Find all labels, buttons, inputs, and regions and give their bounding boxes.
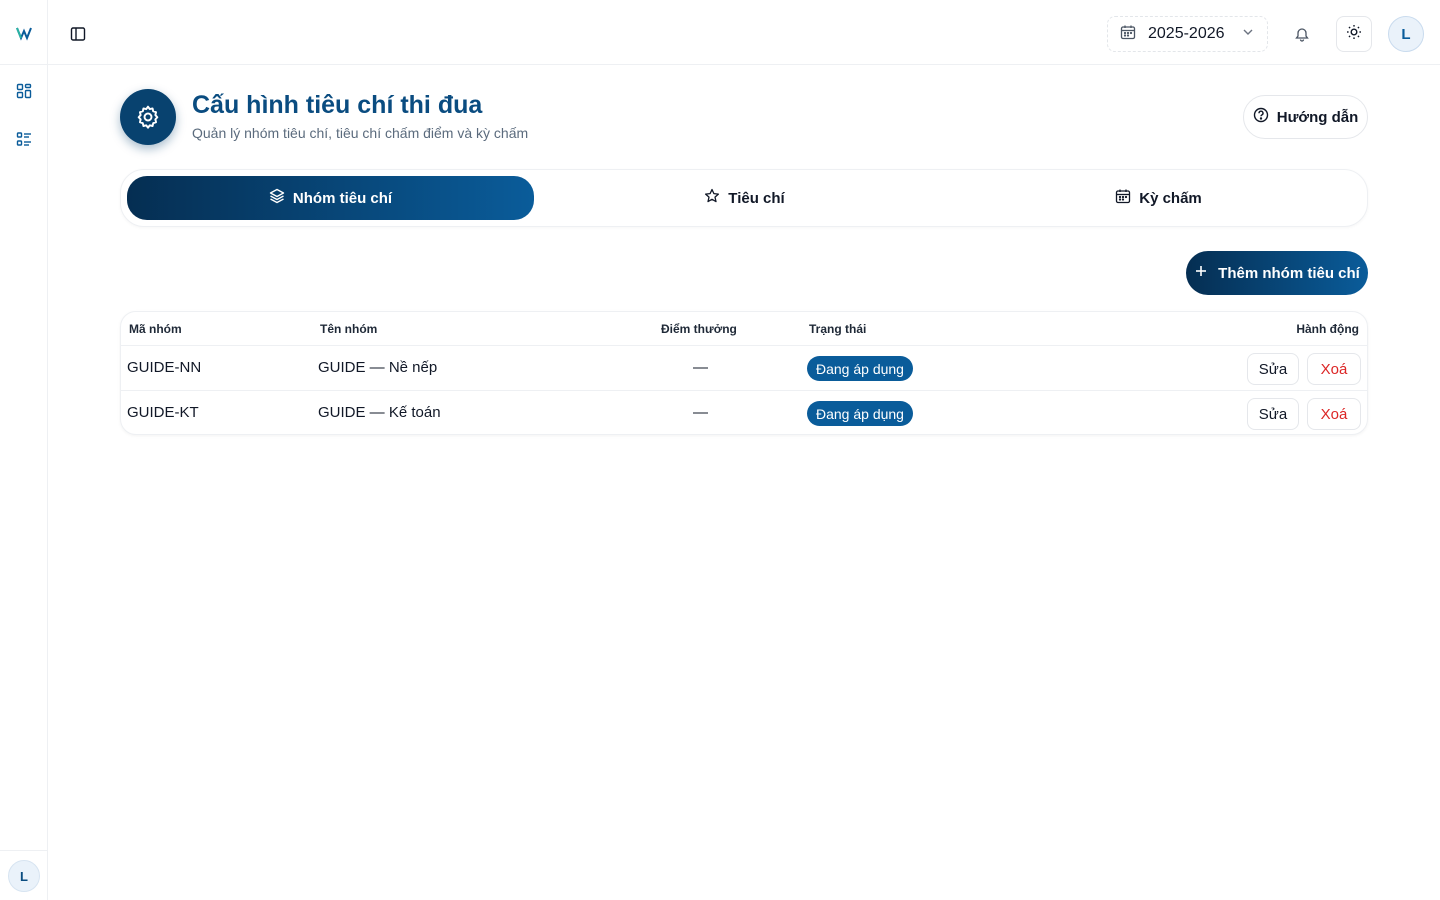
column-header-status[interactable]: Trạng thái	[809, 322, 866, 336]
chevron-down-icon	[1241, 25, 1255, 44]
status-badge: Đang áp dụng	[807, 356, 913, 381]
group-name: GUIDE — Kế toán	[318, 404, 441, 421]
sidebar-divider-bottom	[0, 850, 47, 851]
group-code: GUIDE-NN	[127, 359, 202, 376]
sidebar-toggle-icon[interactable]	[68, 24, 88, 44]
criteria-group-table: Mã nhóm Tên nhóm Điểm thưởng Trạng thái …	[120, 311, 1368, 435]
add-button-label: Thêm nhóm tiêu chí	[1218, 264, 1360, 282]
sidebar-divider	[0, 64, 47, 65]
school-year-select[interactable]: 2025-2026	[1107, 16, 1268, 52]
bell-icon[interactable]	[1292, 24, 1312, 44]
status-badge: Đang áp dụng	[807, 401, 913, 426]
guide-button-label: Hướng dẫn	[1276, 108, 1359, 126]
settings-gear-icon	[120, 89, 176, 145]
tab-label: Tiêu chí	[728, 189, 785, 207]
help-circle-icon	[1253, 107, 1269, 127]
star-icon	[704, 188, 720, 208]
school-year-value: 2025-2026	[1148, 25, 1225, 42]
column-header-code[interactable]: Mã nhóm	[129, 322, 182, 336]
app-logo[interactable]	[16, 25, 32, 41]
tab-criteria[interactable]: Tiêu chí	[541, 176, 948, 220]
column-header-name[interactable]: Tên nhóm	[320, 322, 377, 336]
calendar-icon	[1115, 188, 1131, 208]
edit-button[interactable]: Sửa	[1247, 398, 1299, 430]
add-criteria-group-button[interactable]: Thêm nhóm tiêu chí	[1186, 251, 1368, 295]
theme-toggle-button[interactable]	[1336, 16, 1372, 52]
column-header-bonus[interactable]: Điểm thưởng	[661, 322, 737, 336]
delete-button[interactable]: Xoá	[1307, 398, 1361, 430]
sun-icon	[1346, 24, 1362, 45]
table-row: GUIDE-NN GUIDE — Nề nếp — Đang áp dụng S…	[121, 345, 1367, 390]
page-subtitle: Quản lý nhóm tiêu chí, tiêu chí chấm điể…	[192, 125, 529, 141]
column-header-actions: Hành động	[1296, 322, 1359, 336]
list-checks-icon[interactable]	[14, 129, 34, 149]
tab-scoring-periods[interactable]: Kỳ chấm	[955, 176, 1362, 220]
table-row: GUIDE-KT GUIDE — Kế toán — Đang áp dụng …	[121, 390, 1367, 435]
tab-criteria-groups[interactable]: Nhóm tiêu chí	[127, 176, 534, 220]
edit-button[interactable]: Sửa	[1247, 353, 1299, 385]
calendar-icon	[1120, 24, 1136, 45]
sidebar-user-avatar[interactable]: L	[8, 860, 40, 892]
tab-label: Kỳ chấm	[1139, 189, 1202, 207]
delete-button[interactable]: Xoá	[1307, 353, 1361, 385]
guide-button[interactable]: Hướng dẫn	[1243, 95, 1368, 139]
config-tabs: Nhóm tiêu chí Tiêu chí Kỳ chấm	[120, 169, 1368, 227]
sidebar: L	[0, 0, 48, 900]
layers-icon	[269, 188, 285, 208]
top-bar: 2025-2026 L	[48, 0, 1440, 65]
page-title: Cấu hình tiêu chí thi đua	[192, 91, 483, 119]
dashboard-grid-icon[interactable]	[14, 81, 34, 101]
tab-label: Nhóm tiêu chí	[292, 189, 393, 207]
user-avatar[interactable]: L	[1388, 16, 1424, 52]
bonus-points: —	[693, 359, 708, 376]
plus-icon	[1194, 264, 1208, 282]
group-code: GUIDE-KT	[127, 404, 199, 421]
group-name: GUIDE — Nề nếp	[318, 359, 438, 376]
bonus-points: —	[693, 404, 708, 421]
